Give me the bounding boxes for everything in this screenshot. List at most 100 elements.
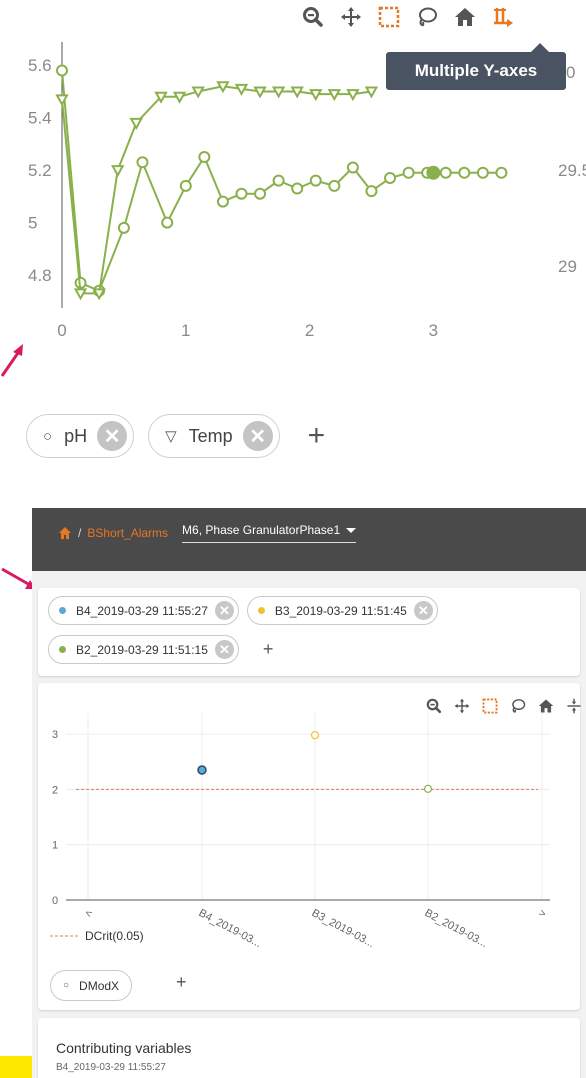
header-bar: / BShort_Alarms M6, Phase GranulatorPhas… xyxy=(32,508,586,571)
circle-marker-icon: ○ xyxy=(43,427,53,445)
x-tick-label: 2 xyxy=(305,321,314,340)
y2-tick-label: 29 xyxy=(558,257,577,276)
series-dot xyxy=(59,646,66,653)
chip-temp[interactable]: ▽ Temp ✕ xyxy=(148,414,280,458)
filter-chip-row: B2_2019-03-29 11:51:15 ✕ + xyxy=(48,635,273,664)
temp-point xyxy=(191,86,205,99)
y-tick-label: 5.4 xyxy=(28,109,52,128)
chip-label: Temp xyxy=(188,425,233,446)
ph-point xyxy=(198,151,211,164)
ph-point xyxy=(254,187,267,200)
y-tick-label: 5 xyxy=(28,214,37,233)
ph-point xyxy=(458,166,471,179)
x-tick-label: 3 xyxy=(429,321,438,340)
dmodx-point xyxy=(423,784,433,793)
y-tick-label: 4.8 xyxy=(28,266,52,285)
chip-label: pH xyxy=(64,425,88,446)
contributing-variables-title: Contributing variables xyxy=(56,1040,192,1056)
callout-arrow-icon xyxy=(0,344,23,377)
ph-point xyxy=(179,179,192,192)
contributing-variables-card: Contributing variables B4_2019-03-29 11:… xyxy=(38,1018,580,1078)
circle-marker-icon: ○ xyxy=(63,980,70,991)
close-icon[interactable]: ✕ xyxy=(214,601,234,620)
phase-select[interactable]: M6, Phase GranulatorPhase1 xyxy=(182,523,357,543)
ph-point xyxy=(476,166,489,179)
triangle-marker-icon: ▽ xyxy=(165,428,177,445)
y2-tick-label: 0 xyxy=(566,63,575,82)
series-dot xyxy=(59,607,66,614)
batch-chip-b4[interactable]: B4_2019-03-29 11:55:27 ✕ xyxy=(48,596,239,625)
close-icon[interactable]: ✕ xyxy=(214,640,234,659)
batch-filter-card: B4_2019-03-29 11:55:27 ✕ B3_2019-03-29 1… xyxy=(38,588,580,676)
filter-chip-row: B4_2019-03-29 11:55:27 ✕ B3_2019-03-29 1… xyxy=(48,596,438,625)
ph-point xyxy=(365,185,378,198)
add-batch-button[interactable]: + xyxy=(263,639,274,660)
ph-point xyxy=(309,174,322,187)
y-tick-label: 5.2 xyxy=(28,161,52,180)
dmodx-chart-card: 3 2 1 0 < B4_2019-03... B3_2019-03... B2_2019-0… xyxy=(38,683,581,1010)
chip-ph[interactable]: ○ pH ✕ xyxy=(26,414,135,458)
temp-point xyxy=(271,86,286,99)
dcrit-legend-label: DCrit(0.05) xyxy=(85,929,144,943)
ph-point xyxy=(495,166,508,179)
ph-point xyxy=(272,174,285,187)
chart-legend: DCrit(0.05) xyxy=(50,929,144,943)
series-line-temp xyxy=(61,85,372,295)
ph-point xyxy=(402,166,415,179)
top-series-chips: ○ pH ✕ ▽ Temp ✕ + xyxy=(26,414,325,458)
x-category-label: B3_2019-03... xyxy=(310,907,377,950)
ph-point xyxy=(346,161,359,174)
temp-point xyxy=(111,165,125,178)
close-icon[interactable]: ✕ xyxy=(242,421,273,451)
temp-point xyxy=(234,83,249,96)
temp-point xyxy=(172,91,187,104)
close-icon[interactable]: ✕ xyxy=(413,601,433,620)
x-category-label: B2_2019-03... xyxy=(423,907,490,950)
y-tick-label: 1 xyxy=(52,840,58,852)
x-tick-label: 0 xyxy=(57,321,66,340)
chevron-down-icon xyxy=(346,527,357,533)
temp-point xyxy=(216,81,230,94)
highlight-marker xyxy=(0,1056,32,1078)
batch-chip-b2[interactable]: B2_2019-03-29 11:51:15 ✕ xyxy=(48,635,239,664)
ph-point xyxy=(439,166,452,179)
ph-point xyxy=(235,187,248,200)
dashboard-screenshot: / BShort_Alarms M6, Phase GranulatorPhas… xyxy=(32,508,586,1078)
home-icon[interactable] xyxy=(58,526,72,540)
phase-select-value: M6, Phase GranulatorPhase1 xyxy=(182,523,341,537)
y-tick-label: 3 xyxy=(52,729,58,741)
x-category-label: B4_2019-03... xyxy=(197,907,264,950)
y-tick-label: 0 xyxy=(52,895,58,907)
add-metric-button[interactable]: + xyxy=(176,972,187,993)
y-tick-label: 5.6 xyxy=(28,56,52,75)
x-category-label: < xyxy=(83,907,94,921)
temp-point xyxy=(92,288,106,301)
temp-point xyxy=(290,86,304,99)
breadcrumb-link[interactable]: BShort_Alarms xyxy=(87,526,168,540)
highlighted-point xyxy=(426,165,441,180)
contributing-variables-subtitle: B4_2019-03-29 11:55:27 xyxy=(56,1062,166,1073)
x-category-label: > xyxy=(537,907,548,921)
ph-point xyxy=(216,195,229,208)
temp-point xyxy=(309,89,323,102)
ph-point xyxy=(136,156,149,169)
chip-label: B3_2019-03-29 11:51:45 xyxy=(274,603,407,618)
temp-point xyxy=(346,89,360,102)
ph-point xyxy=(328,179,341,192)
temp-point xyxy=(327,89,342,102)
temp-point xyxy=(253,86,267,99)
add-series-button[interactable]: + xyxy=(308,421,326,451)
batch-chip-b3[interactable]: B3_2019-03-29 11:51:45 ✕ xyxy=(246,596,438,625)
chip-dmodx[interactable]: ○ DModX xyxy=(50,970,133,1001)
chip-label: B2_2019-03-29 11:51:15 xyxy=(76,642,208,657)
ph-point xyxy=(291,182,304,195)
temp-point xyxy=(129,117,143,130)
y-tick-label: 2 xyxy=(52,784,58,796)
x-tick-label: 1 xyxy=(181,321,190,340)
chip-label: DModX xyxy=(79,978,120,993)
multiple-y-axes-tooltip: Multiple Y-axes xyxy=(386,43,566,90)
series-dot xyxy=(257,607,265,614)
close-icon[interactable]: ✕ xyxy=(97,421,128,451)
breadcrumb-separator: / xyxy=(78,526,82,540)
top-chart-panel: 5.6 5.4 5.2 5 4.8 0 29.5 29 0 1 2 3 Multiple Y-axes xyxy=(0,0,586,370)
